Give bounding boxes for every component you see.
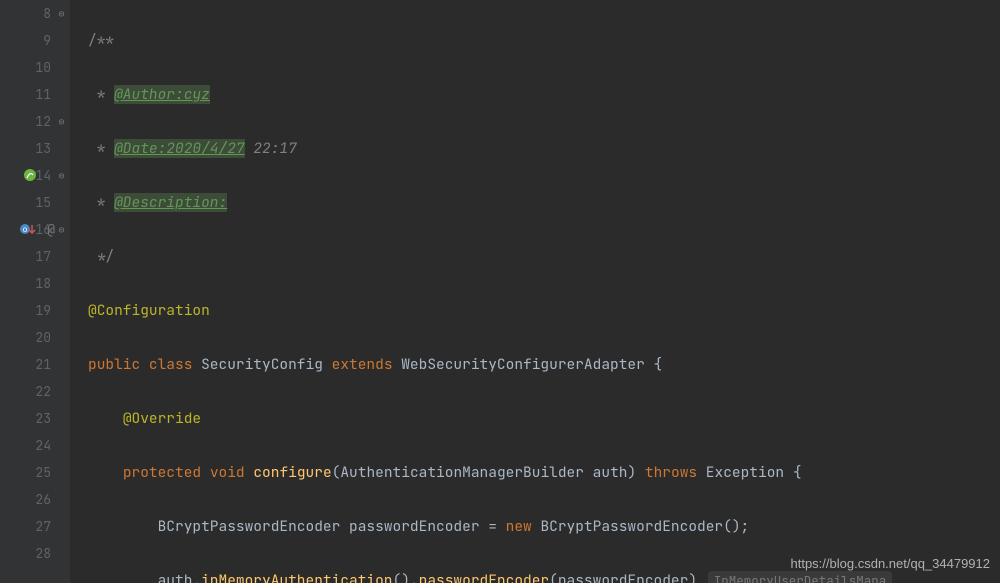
code-line: BCryptPasswordEncoder passwordEncoder = …: [88, 513, 1000, 540]
code-line: @Configuration: [88, 297, 1000, 324]
fold-toggle-icon[interactable]: ⊖: [57, 117, 66, 126]
fold-column: ⊖ ⊖ ⊖ ⊖: [55, 0, 67, 583]
watermark-text: https://blog.csdn.net/qq_34479912: [791, 550, 991, 577]
code-line: * @Description:: [88, 189, 1000, 216]
code-line: protected void configure(AuthenticationM…: [88, 459, 1000, 486]
code-editor[interactable]: /** * @Author:cyz * @Date:2020/4/27 22:1…: [70, 0, 1000, 583]
code-line: /**: [88, 27, 1000, 54]
annotation-gutter-badge[interactable]: @: [47, 216, 55, 243]
code-line: */: [88, 243, 1000, 270]
code-line: * @Date:2020/4/27 22:17: [88, 135, 1000, 162]
fold-toggle-icon[interactable]: ⊖: [57, 9, 66, 18]
gutter: 8 9 10 11 12 13 14 15 16 o @ 17 18 19 20…: [0, 0, 70, 583]
fold-toggle-icon[interactable]: ⊖: [57, 171, 66, 180]
override-method-icon[interactable]: o: [20, 221, 36, 237]
fold-toggle-icon[interactable]: ⊖: [57, 225, 66, 234]
spring-bean-icon[interactable]: [22, 167, 38, 183]
code-line: public class SecurityConfig extends WebS…: [88, 351, 1000, 378]
code-line: * @Author:cyz: [88, 81, 1000, 108]
svg-text:o: o: [23, 225, 28, 234]
code-line: @Override: [88, 405, 1000, 432]
